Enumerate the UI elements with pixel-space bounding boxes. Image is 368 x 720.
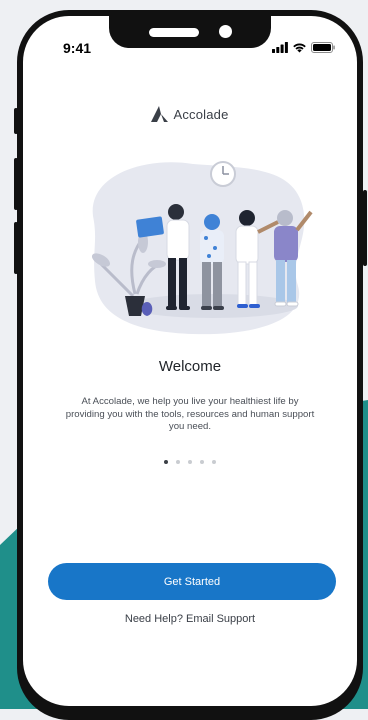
mute-switch <box>14 108 18 134</box>
app-screen: 9:41 Accolade Welcome At Accolade, we he… <box>23 16 357 706</box>
power-button <box>363 190 367 266</box>
email-support-link[interactable]: Need Help? Email Support <box>23 613 357 625</box>
volume-up-button <box>14 158 18 210</box>
welcome-title: Welcome <box>158 358 222 375</box>
page-dot-1[interactable] <box>164 460 168 464</box>
signal-icon <box>272 41 288 53</box>
brand-logo: Accolade <box>23 106 357 122</box>
page-dot-2[interactable] <box>176 460 180 464</box>
speaker <box>149 28 199 37</box>
status-icons <box>272 40 335 54</box>
welcome-illustration <box>91 161 313 335</box>
battery-icon <box>311 41 335 53</box>
volume-down-button <box>14 222 18 274</box>
clock-icon <box>210 161 236 187</box>
welcome-description: At Accolade, we help you live your healt… <box>65 396 315 432</box>
wifi-icon <box>293 42 306 52</box>
page-indicator[interactable] <box>23 460 357 464</box>
page-dot-3[interactable] <box>188 460 192 464</box>
page-dot-5[interactable] <box>212 460 216 464</box>
brand-name: Accolade <box>173 106 229 122</box>
page-dot-4[interactable] <box>200 460 204 464</box>
notch <box>109 16 271 48</box>
get-started-button[interactable]: Get Started <box>48 563 336 600</box>
camera <box>219 25 232 38</box>
status-time: 9:41 <box>63 40 92 56</box>
accolade-logo-icon <box>151 106 169 122</box>
